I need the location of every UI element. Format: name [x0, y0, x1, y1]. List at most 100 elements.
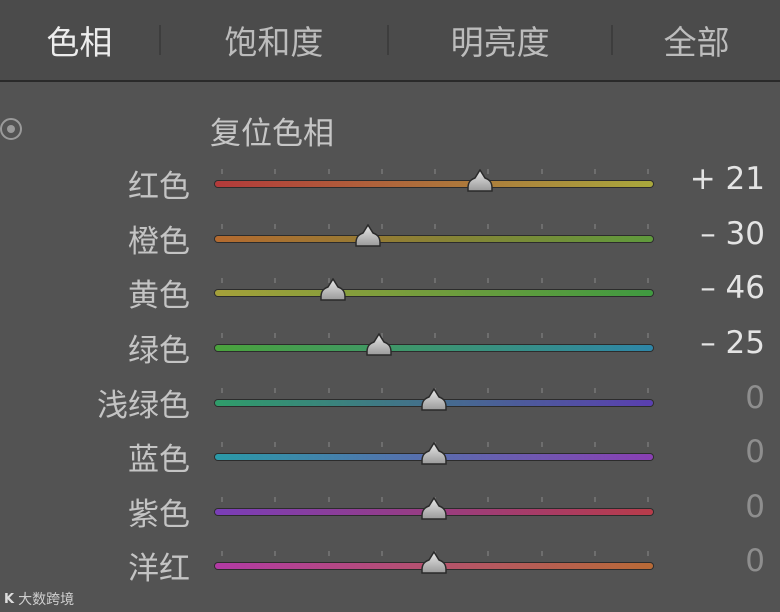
- slider-tick: [380, 169, 383, 174]
- slider-thumb[interactable]: [365, 333, 393, 357]
- slider-tick: [380, 442, 383, 447]
- slider-tick: [487, 333, 490, 338]
- slider-tick: [327, 333, 330, 338]
- slider-label: 浅绿色: [97, 388, 190, 424]
- slider-label: 黄色: [128, 278, 190, 314]
- slider-label: 洋红: [128, 551, 190, 587]
- slider-thumb[interactable]: [420, 497, 448, 521]
- slider-tick: [221, 388, 223, 393]
- hue-slider-row: 绿色 – 25: [0, 321, 780, 375]
- slider-tick: [380, 388, 383, 393]
- slider-label: 绿色: [128, 333, 190, 369]
- slider-tick: [487, 442, 490, 447]
- hue-slider-row: 橙色 – 30: [0, 212, 780, 266]
- slider-label: 蓝色: [128, 442, 190, 478]
- slider-thumb[interactable]: [319, 278, 347, 302]
- slider-tick: [487, 278, 490, 283]
- slider-track[interactable]: [215, 290, 653, 296]
- slider-tick: [540, 551, 543, 556]
- watermark-text: 大数跨境: [18, 592, 75, 608]
- tab-saturation[interactable]: 饱和度: [161, 0, 387, 80]
- watermark: K 大数跨境: [4, 589, 74, 609]
- slider-value[interactable]: 0: [745, 489, 765, 525]
- slider-thumb[interactable]: [466, 169, 494, 193]
- slider-tick: [274, 278, 277, 283]
- slider-tick: [380, 551, 383, 556]
- tab-hue[interactable]: 色相: [0, 0, 159, 80]
- slider-tick: [221, 169, 223, 174]
- slider-tick: [274, 224, 277, 229]
- slider-tick: [540, 497, 543, 502]
- reset-hue-button[interactable]: 复位色相: [210, 108, 334, 153]
- slider-tick: [434, 169, 436, 174]
- slider-tick: [274, 442, 277, 447]
- slider-value[interactable]: – 46: [700, 270, 765, 306]
- slider-track[interactable]: [215, 345, 653, 351]
- slider-tick: [327, 497, 330, 502]
- slider-tick: [647, 333, 649, 338]
- slider-label: 紫色: [128, 497, 190, 533]
- slider-tick: [327, 224, 330, 229]
- slider-tick: [327, 169, 330, 174]
- slider-tick: [647, 497, 649, 502]
- slider-tick: [647, 278, 649, 283]
- slider-track[interactable]: [215, 181, 653, 187]
- slider-thumb[interactable]: [420, 442, 448, 466]
- slider-tick: [593, 442, 596, 447]
- slider-tick: [593, 551, 596, 556]
- slider-tick: [274, 497, 277, 502]
- target-adjust-icon[interactable]: [0, 118, 22, 140]
- slider-tick: [647, 224, 649, 229]
- slider-tick: [434, 333, 436, 338]
- slider-tick: [380, 497, 383, 502]
- slider-tick: [540, 278, 543, 283]
- slider-thumb[interactable]: [420, 388, 448, 412]
- hue-slider-row: 黄色 – 46: [0, 266, 780, 320]
- slider-tick: [274, 169, 277, 174]
- slider-tick: [593, 333, 596, 338]
- slider-tick: [327, 388, 330, 393]
- slider-tick: [221, 224, 223, 229]
- slider-tick: [593, 497, 596, 502]
- watermark-logo: K: [4, 591, 15, 607]
- slider-tick: [647, 388, 649, 393]
- slider-thumb[interactable]: [354, 224, 382, 248]
- slider-thumb[interactable]: [420, 551, 448, 575]
- slider-tick: [540, 224, 543, 229]
- slider-tick: [327, 442, 330, 447]
- tab-luminance[interactable]: 明亮度: [389, 0, 611, 80]
- hue-slider-row: 浅绿色 0: [0, 376, 780, 430]
- slider-tick: [221, 278, 223, 283]
- slider-tick: [487, 224, 490, 229]
- slider-label: 橙色: [128, 224, 190, 260]
- slider-tick: [540, 388, 543, 393]
- slider-tick: [221, 551, 223, 556]
- slider-tick: [540, 169, 543, 174]
- slider-value[interactable]: 0: [745, 543, 765, 579]
- slider-tick: [327, 551, 330, 556]
- slider-tick: [540, 333, 543, 338]
- slider-value[interactable]: – 30: [700, 216, 765, 252]
- hue-slider-row: 红色 + 21: [0, 157, 780, 211]
- slider-tick: [221, 333, 223, 338]
- hsl-panel: 色相 饱和度 明亮度 全部 复位色相 红色 + 21 橙色 – 30 黄色 – 46 绿色 – 25…: [0, 0, 780, 612]
- slider-tick: [221, 497, 223, 502]
- slider-tick: [593, 388, 596, 393]
- slider-tick: [274, 333, 277, 338]
- slider-tick: [647, 551, 649, 556]
- slider-tick: [434, 278, 436, 283]
- slider-value[interactable]: – 25: [700, 325, 765, 361]
- slider-tick: [380, 278, 383, 283]
- slider-value[interactable]: + 21: [690, 161, 765, 197]
- hue-slider-row: 紫色 0: [0, 485, 780, 539]
- slider-tick: [593, 224, 596, 229]
- hue-slider-row: 蓝色 0: [0, 430, 780, 484]
- slider-value[interactable]: 0: [745, 380, 765, 416]
- slider-value[interactable]: 0: [745, 434, 765, 470]
- tab-all[interactable]: 全部: [613, 0, 780, 80]
- slider-tick: [221, 442, 223, 447]
- slider-tick: [647, 442, 649, 447]
- slider-tick: [274, 388, 277, 393]
- slider-track[interactable]: [215, 236, 653, 242]
- slider-tick: [593, 278, 596, 283]
